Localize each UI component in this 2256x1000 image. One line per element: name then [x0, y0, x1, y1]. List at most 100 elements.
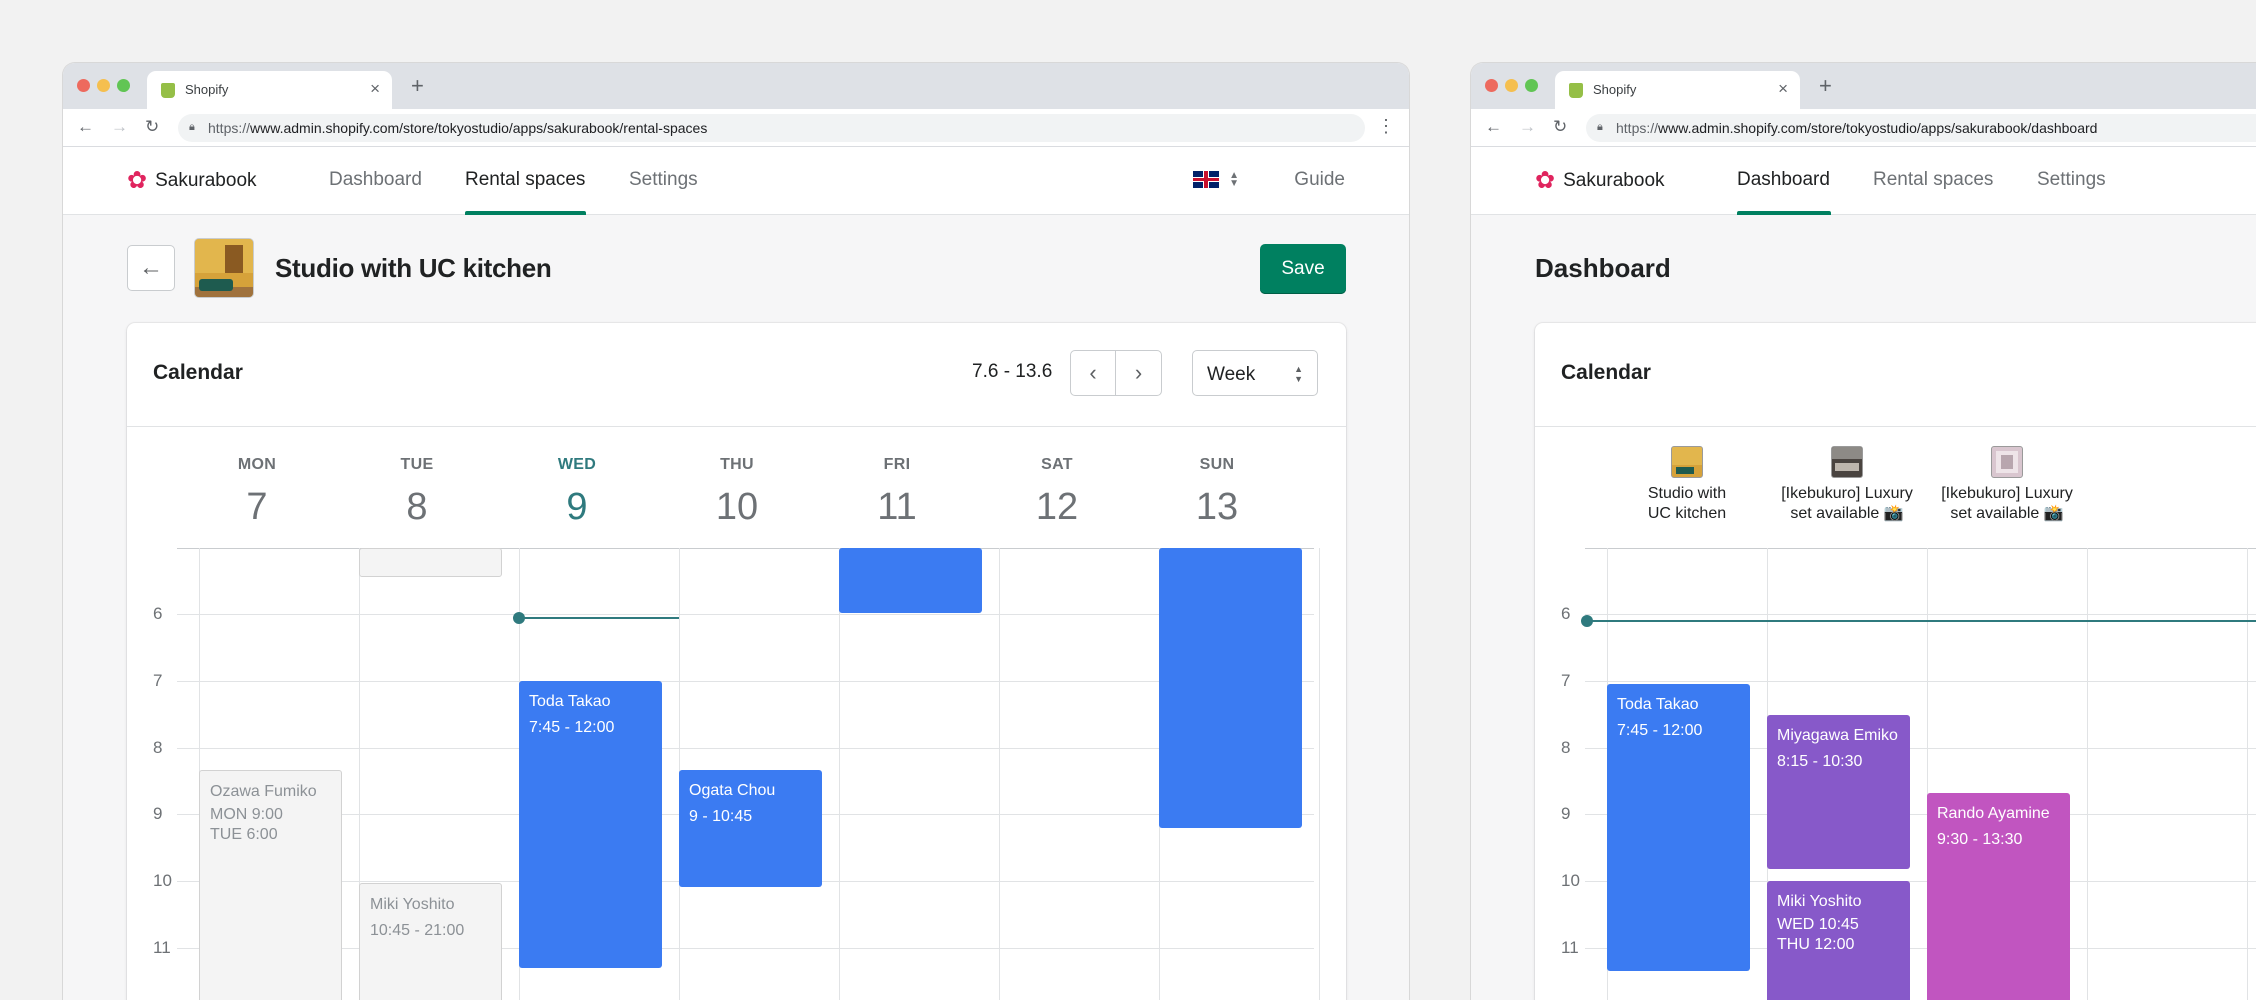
hour-label: 11 [153, 938, 171, 957]
hour-label: 10 [1561, 871, 1580, 890]
window-minimize-dot[interactable] [1505, 79, 1518, 92]
window-maximize-dot[interactable] [1525, 79, 1538, 92]
current-time-line [1592, 620, 2256, 622]
select-arrows-icon: ▲ ▼ [1294, 364, 1303, 384]
calendar-card: Calendar 7.6 - 13.6 ‹ › Week ▲ ▼ MON 7 TU… [127, 323, 1346, 1000]
nav-settings[interactable]: Settings [2037, 169, 2106, 191]
app-header: ✿ Sakurabook Dashboard Rental spaces Set… [1471, 147, 2256, 215]
browser-window-rental-spaces: Shopify × + ← → ↻ 🔒︎ https://www.admin.s… [63, 63, 1409, 1000]
url-text: www.admin.shopify.com/store/tokyostudio/… [1658, 120, 2098, 136]
calendar-event[interactable]: Toda Takao 7:45 - 12:00 [519, 681, 662, 968]
page-title: Studio with UC kitchen [275, 253, 552, 283]
app-name: Sakurabook [155, 170, 257, 191]
lock-icon: 🔒︎ [1597, 121, 1603, 133]
save-button[interactable]: Save [1260, 244, 1346, 294]
space-thumbnail [1991, 446, 2023, 478]
browser-window-dashboard: Shopify × + ← → ↻ 🔒︎ https://www.admin.s… [1471, 63, 2256, 1000]
browser-reload-icon[interactable]: ↻ [1553, 117, 1567, 137]
back-button[interactable]: ← [127, 245, 175, 291]
hour-label: 8 [1561, 738, 1571, 757]
event-time: 7:45 - 12:00 [529, 719, 615, 736]
previous-week-button[interactable]: ‹ [1071, 351, 1117, 395]
app-header: ✿ Sakurabook Dashboard Rental spaces Set… [63, 147, 1409, 215]
view-select[interactable]: Week ▲ ▼ [1192, 350, 1318, 396]
event-title: Miki Yoshito [1777, 893, 1862, 910]
new-tab-icon[interactable]: + [1819, 75, 1832, 97]
brand[interactable]: ✿ Sakurabook [127, 169, 257, 193]
lock-icon: 🔒︎ [189, 121, 195, 133]
hour-label: 9 [1561, 804, 1571, 823]
calendar-event[interactable]: Miki Yoshito WED 10:45 THU 12:00 [1767, 881, 1910, 1000]
url-field[interactable]: 🔒︎ https://www.admin.shopify.com/store/t… [1586, 114, 2256, 142]
day-name: SUN [1199, 456, 1235, 473]
browser-tab[interactable]: Shopify × [1555, 71, 1800, 109]
calendar-card-header: Calendar [1535, 323, 2256, 427]
window-minimize-dot[interactable] [97, 79, 110, 92]
browser-forward-icon[interactable]: → [1519, 117, 1536, 137]
event-line: THU 12:00 [1777, 936, 1855, 953]
current-time-dot [1581, 615, 1593, 627]
event-time: 10:45 - 21:00 [370, 922, 465, 939]
space-name: set available 📸 [1950, 505, 2064, 522]
sakura-logo-icon: ✿ [127, 167, 148, 194]
nav-rental-spaces[interactable]: Rental spaces [1873, 169, 1993, 191]
browser-tab-strip: Shopify × + [63, 63, 1409, 109]
nav-dashboard[interactable]: Dashboard [329, 169, 422, 191]
shopify-favicon-icon [1569, 83, 1583, 98]
space-calendar: Studio with UC kitchen [Ikebukuro] Luxur… [1535, 428, 2256, 1000]
view-select-value: Week [1207, 364, 1256, 385]
event-title: Toda Takao [529, 693, 611, 710]
space-thumbnail [1831, 446, 1863, 478]
browser-menu-icon[interactable]: ⋮ [1377, 116, 1395, 137]
grid-vline [839, 548, 840, 1000]
calendar-event[interactable]: Miki Yoshito 10:45 - 21:00 [359, 883, 502, 1000]
hour-label: 8 [153, 738, 163, 757]
tab-close-icon[interactable]: × [1778, 79, 1788, 99]
calendar-title: Calendar [153, 361, 243, 384]
event-line: TUE 6:00 [210, 826, 278, 843]
current-time-dot [513, 612, 525, 624]
window-maximize-dot[interactable] [117, 79, 130, 92]
calendar-event[interactable]: Toda Takao 7:45 - 12:00 [1607, 684, 1750, 971]
calendar-event-block[interactable] [839, 548, 982, 613]
calendar-event[interactable]: Ogata Chou 9 - 10:45 [679, 770, 822, 887]
window-close-dot[interactable] [1485, 79, 1498, 92]
browser-forward-icon[interactable]: → [111, 117, 128, 137]
event-title: Miyagawa Emiko [1777, 727, 1898, 744]
calendar-event-block[interactable] [359, 548, 502, 577]
nav-rental-spaces[interactable]: Rental spaces [465, 169, 585, 191]
event-title: Ozawa Fumiko [210, 783, 317, 800]
day-header-sat: SAT 12 [977, 456, 1137, 529]
space-thumbnail [194, 238, 254, 298]
tab-close-icon[interactable]: × [370, 79, 380, 99]
calendar-event[interactable]: Ozawa Fumiko MON 9:00 TUE 6:00 [199, 770, 342, 1000]
calendar-event-block[interactable] [1159, 548, 1302, 828]
event-time: 7:45 - 12:00 [1617, 722, 1703, 739]
calendar-event[interactable]: Rando Ayamine 9:30 - 13:30 [1927, 793, 2070, 1000]
day-name: TUE [400, 456, 434, 473]
window-close-dot[interactable] [77, 79, 90, 92]
space-name: [Ikebukuro] Luxury [1781, 485, 1913, 502]
url-field[interactable]: 🔒︎ https://www.admin.shopify.com/store/t… [178, 114, 1365, 142]
nav-settings[interactable]: Settings [629, 169, 698, 191]
browser-tab[interactable]: Shopify × [147, 71, 392, 109]
new-tab-icon[interactable]: + [411, 75, 424, 97]
guide-link[interactable]: Guide [1294, 169, 1345, 191]
url-text: www.admin.shopify.com/store/tokyostudio/… [250, 120, 708, 136]
browser-reload-icon[interactable]: ↻ [145, 117, 159, 137]
browser-back-icon[interactable]: ← [77, 117, 94, 137]
next-week-button[interactable]: › [1116, 351, 1161, 395]
brand[interactable]: ✿ Sakurabook [1535, 169, 1665, 193]
browser-back-icon[interactable]: ← [1485, 117, 1502, 137]
nav-dashboard[interactable]: Dashboard [1737, 169, 1830, 191]
hour-label: 6 [153, 604, 163, 623]
shopify-favicon-icon [161, 83, 175, 98]
calendar-event[interactable]: Miyagawa Emiko 8:15 - 10:30 [1767, 715, 1910, 869]
hour-label: 7 [1561, 671, 1571, 690]
space-name: UC kitchen [1647, 505, 1727, 522]
day-number: 12 [1035, 486, 1079, 528]
day-name: SAT [1041, 456, 1073, 473]
day-name: WED [557, 456, 597, 473]
language-selector[interactable]: ▲ ▼ [1193, 170, 1239, 188]
event-time: 9 - 10:45 [689, 808, 753, 825]
